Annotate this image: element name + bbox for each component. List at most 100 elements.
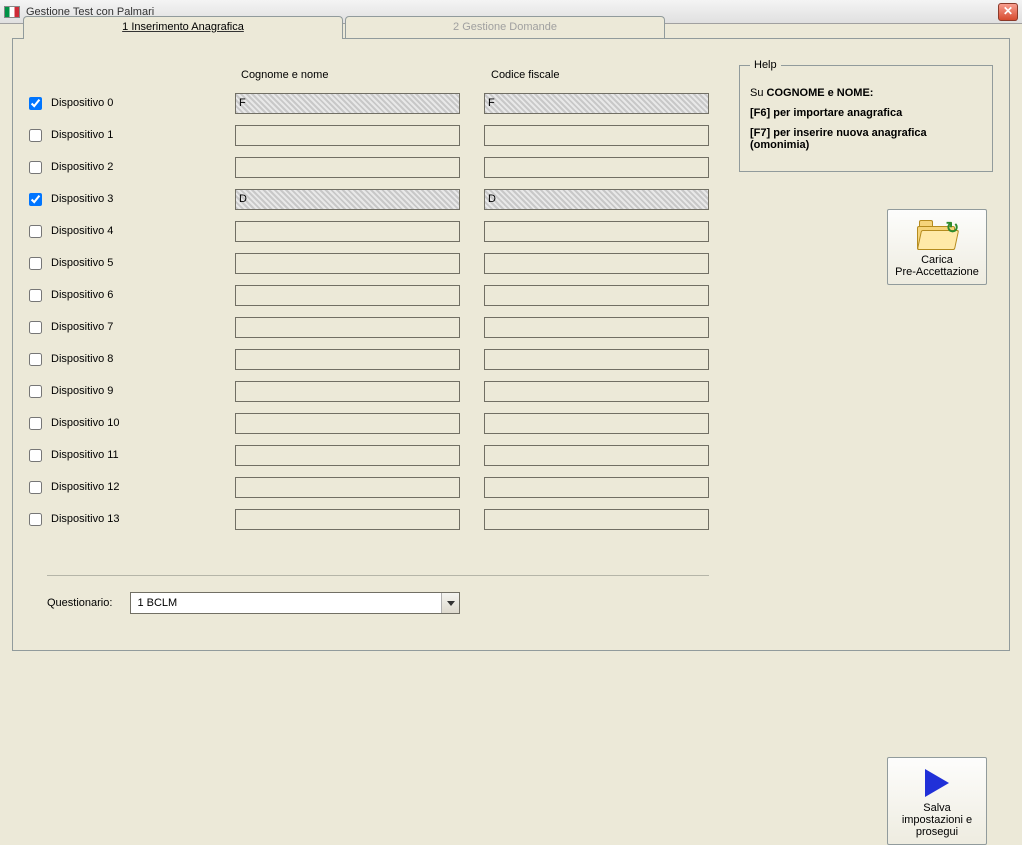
device-label: Dispositivo 3 [45, 193, 235, 205]
device-label: Dispositivo 7 [45, 321, 235, 333]
name-input [235, 349, 460, 370]
device-row: Dispositivo 11 [29, 439, 719, 471]
device-row: Dispositivo 9 [29, 375, 719, 407]
device-row: Dispositivo 12 [29, 471, 719, 503]
name-input [235, 157, 460, 178]
cf-input[interactable] [484, 189, 709, 210]
cf-input [484, 445, 709, 466]
close-icon: ✕ [1003, 4, 1013, 18]
name-input [235, 413, 460, 434]
name-input[interactable] [235, 189, 460, 210]
device-row: Dispositivo 6 [29, 279, 719, 311]
device-checkbox[interactable] [29, 257, 42, 270]
device-label: Dispositivo 9 [45, 385, 235, 397]
device-row: Dispositivo 1 [29, 119, 719, 151]
device-row: Dispositivo 4 [29, 215, 719, 247]
device-checkbox[interactable] [29, 225, 42, 238]
cf-input [484, 285, 709, 306]
window-body: 1 Inserimento Anagrafica 2 Gestione Doma… [0, 24, 1022, 663]
tab-domande[interactable]: 2 Gestione Domande [345, 16, 665, 38]
play-icon [892, 764, 982, 802]
device-checkbox[interactable] [29, 129, 42, 142]
device-row: Dispositivo 3 [29, 183, 719, 215]
cf-input [484, 221, 709, 242]
questionario-label: Questionario: [47, 597, 112, 609]
name-input [235, 509, 460, 530]
device-label: Dispositivo 6 [45, 289, 235, 301]
cf-input [484, 349, 709, 370]
chevron-down-icon [441, 593, 459, 613]
side-area: Help Su COGNOME e NOME: [F6] per importa… [719, 69, 993, 535]
name-input [235, 477, 460, 498]
cf-input [484, 509, 709, 530]
device-label: Dispositivo 1 [45, 129, 235, 141]
device-label: Dispositivo 0 [45, 97, 235, 109]
questionario-row: Questionario: 1 BCLM [47, 592, 460, 614]
device-checkbox[interactable] [29, 385, 42, 398]
device-checkbox[interactable] [29, 289, 42, 302]
device-row: Dispositivo 0 [29, 87, 719, 119]
cf-input [484, 157, 709, 178]
help-line-2: [F6] per importare anagrafica [750, 107, 982, 119]
device-row: Dispositivo 8 [29, 343, 719, 375]
device-checkbox[interactable] [29, 321, 42, 334]
help-legend: Help [750, 59, 781, 71]
device-checkbox[interactable] [29, 513, 42, 526]
cf-input [484, 253, 709, 274]
device-checkbox[interactable] [29, 161, 42, 174]
device-checkbox[interactable] [29, 481, 42, 494]
cf-input [484, 477, 709, 498]
name-input [235, 125, 460, 146]
main-panel: 1 Inserimento Anagrafica 2 Gestione Doma… [12, 38, 1010, 651]
device-label: Dispositivo 10 [45, 417, 235, 429]
help-box: Help Su COGNOME e NOME: [F6] per importa… [739, 59, 993, 172]
save-button-label: Salva impostazioni e prosegui [892, 802, 982, 838]
name-input [235, 317, 460, 338]
flag-icon [4, 6, 20, 18]
device-row: Dispositivo 2 [29, 151, 719, 183]
device-label: Dispositivo 13 [45, 513, 235, 525]
name-input [235, 381, 460, 402]
header-name: Cognome e nome [241, 69, 491, 81]
load-button-label: Carica Pre-Accettazione [892, 254, 982, 278]
device-checkbox[interactable] [29, 353, 42, 366]
device-row: Dispositivo 10 [29, 407, 719, 439]
device-grid: Cognome e nome Codice fiscale Dispositiv… [29, 69, 719, 535]
questionario-value: 1 BCLM [137, 597, 177, 609]
cf-input [484, 317, 709, 338]
help-line-1: Su COGNOME e NOME: [750, 87, 982, 99]
tab-label: 2 Gestione Domande [453, 21, 557, 33]
device-checkbox[interactable] [29, 97, 42, 110]
device-label: Dispositivo 11 [45, 449, 235, 461]
tab-label: 1 Inserimento Anagrafica [122, 21, 244, 33]
device-label: Dispositivo 5 [45, 257, 235, 269]
device-row: Dispositivo 5 [29, 247, 719, 279]
save-continue-button[interactable]: Salva impostazioni e prosegui [887, 757, 987, 845]
folder-refresh-icon: ↻ [892, 216, 982, 254]
questionario-combo[interactable]: 1 BCLM [130, 592, 460, 614]
help-line-3: [F7] per inserire nuova anagrafica (omon… [750, 127, 982, 151]
name-input [235, 285, 460, 306]
device-row: Dispositivo 13 [29, 503, 719, 535]
cf-input [484, 413, 709, 434]
device-checkbox[interactable] [29, 417, 42, 430]
device-label: Dispositivo 12 [45, 481, 235, 493]
tab-anagrafica[interactable]: 1 Inserimento Anagrafica [23, 16, 343, 38]
column-headers: Cognome e nome Codice fiscale [29, 69, 719, 81]
name-input [235, 253, 460, 274]
device-checkbox[interactable] [29, 193, 42, 206]
header-cf: Codice fiscale [491, 69, 716, 81]
cf-input[interactable] [484, 93, 709, 114]
load-preaccept-button[interactable]: ↻ Carica Pre-Accettazione [887, 209, 987, 285]
device-row: Dispositivo 7 [29, 311, 719, 343]
close-button[interactable]: ✕ [998, 3, 1018, 21]
cf-input [484, 125, 709, 146]
device-label: Dispositivo 2 [45, 161, 235, 173]
device-label: Dispositivo 8 [45, 353, 235, 365]
name-input [235, 445, 460, 466]
device-checkbox[interactable] [29, 449, 42, 462]
cf-input [484, 381, 709, 402]
separator [47, 575, 709, 576]
name-input[interactable] [235, 93, 460, 114]
name-input [235, 221, 460, 242]
